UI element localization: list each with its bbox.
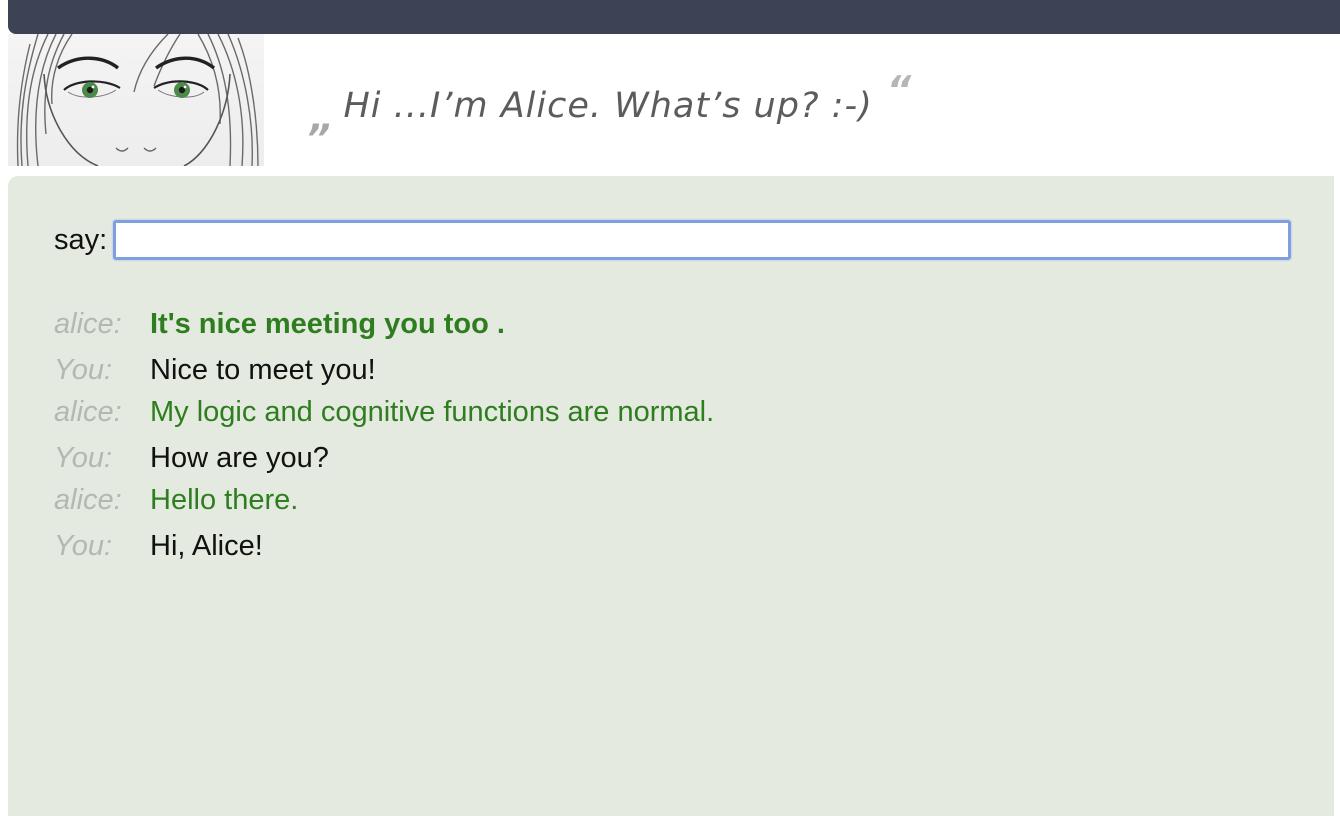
message-text: My logic and cognitive functions are nor… bbox=[150, 396, 715, 428]
chat-log: alice: It's nice meeting you too . You: … bbox=[54, 308, 1254, 572]
say-row: say: bbox=[54, 220, 1292, 260]
chat-panel: say: alice: It's nice meeting you too . … bbox=[8, 176, 1334, 816]
close-quote-mark: “ bbox=[886, 68, 913, 112]
chat-message-alice: alice: It's nice meeting you too . bbox=[54, 308, 1254, 354]
speaker-label: alice: bbox=[54, 308, 122, 340]
alice-greeting-quote: „ Hi ...I’m Alice. What’s up? :-) “ bbox=[310, 68, 912, 140]
speaker-label: You: bbox=[54, 530, 113, 562]
top-bar bbox=[8, 0, 1340, 34]
say-label: say: bbox=[54, 223, 108, 256]
speaker-label: You: bbox=[54, 354, 113, 386]
chat-message-user: You: Hi, Alice! bbox=[54, 530, 1254, 572]
message-text: Nice to meet you! bbox=[150, 354, 376, 386]
say-input[interactable] bbox=[113, 220, 1292, 260]
greeting-text: Hi ...I’m Alice. What’s up? :-) bbox=[343, 86, 873, 126]
message-text: Hi, Alice! bbox=[150, 530, 263, 562]
open-quote-mark: „ bbox=[310, 96, 336, 140]
speaker-label: You: bbox=[54, 442, 113, 474]
message-text: How are you? bbox=[150, 442, 329, 474]
chat-message-alice: alice: Hello there. bbox=[54, 484, 1254, 530]
alice-avatar bbox=[8, 34, 264, 166]
message-text: It's nice meeting you too . bbox=[150, 308, 505, 340]
chat-message-user: You: How are you? bbox=[54, 442, 1254, 484]
alice-face-icon bbox=[16, 34, 259, 166]
chat-message-user: You: Nice to meet you! bbox=[54, 354, 1254, 396]
chat-message-alice: alice: My logic and cognitive functions … bbox=[54, 396, 1254, 442]
speaker-label: alice: bbox=[54, 484, 122, 516]
message-text: Hello there. bbox=[150, 484, 299, 516]
speaker-label: alice: bbox=[54, 396, 122, 428]
